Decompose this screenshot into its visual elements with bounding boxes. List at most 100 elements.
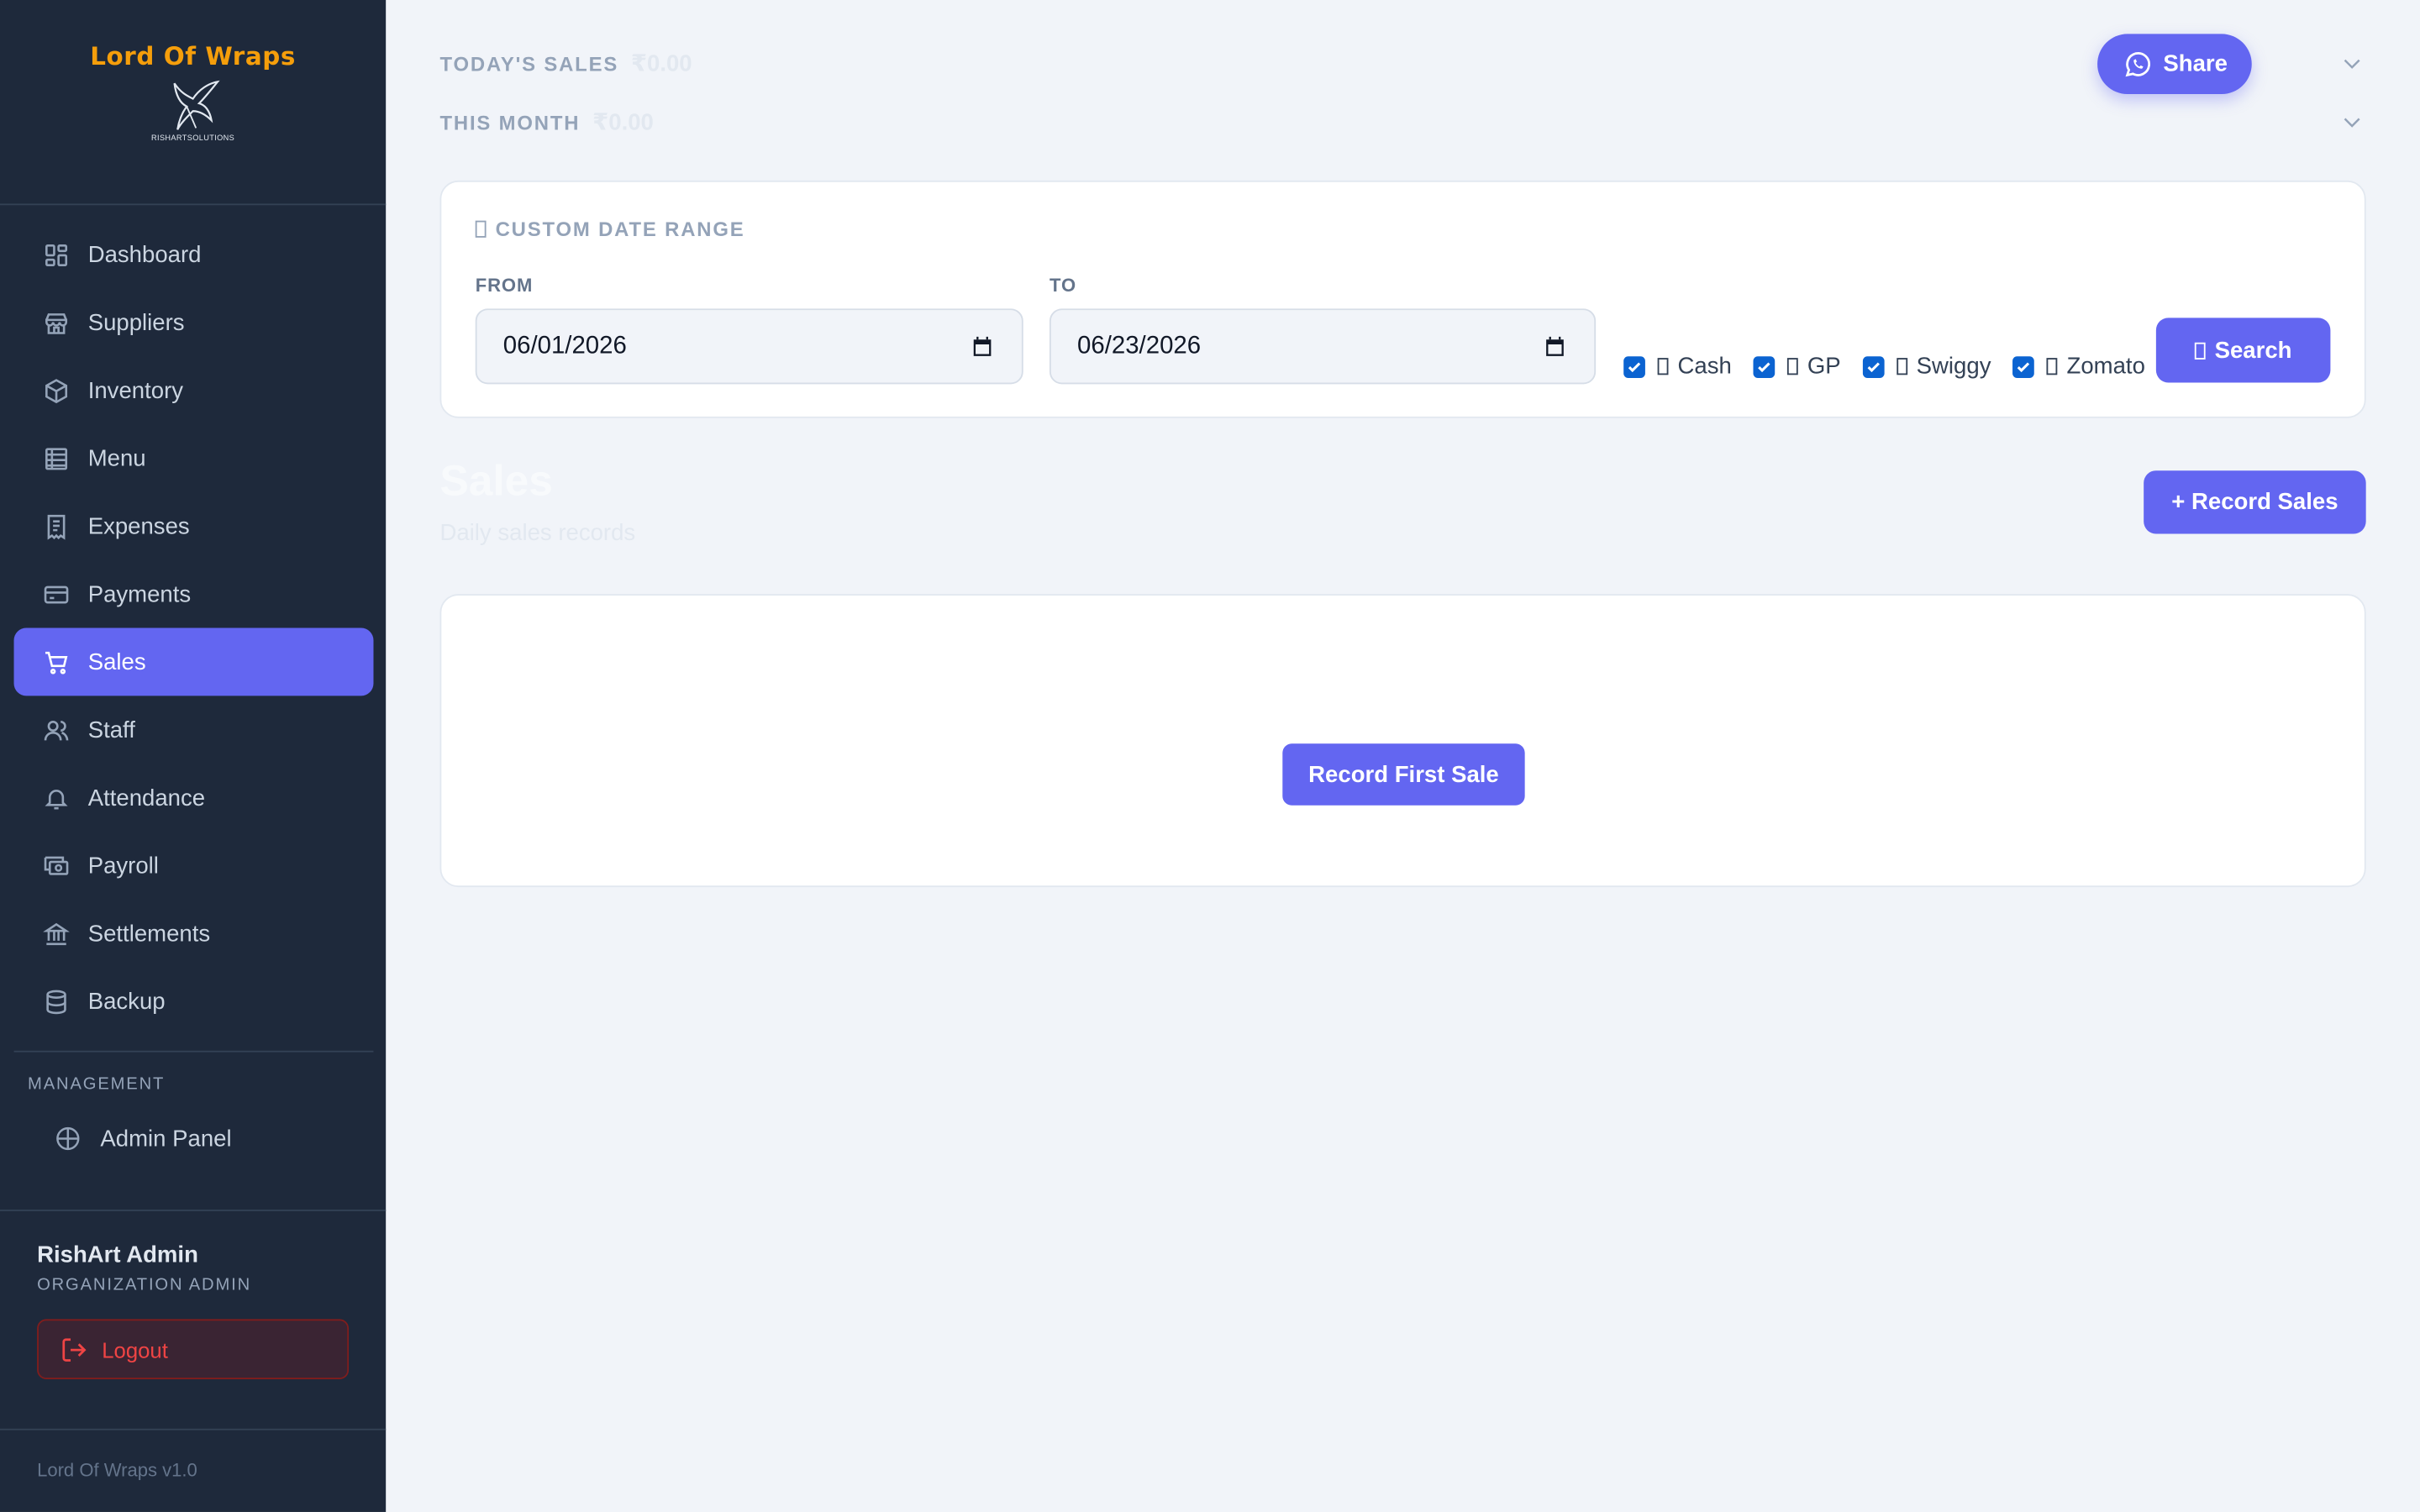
search-button[interactable]: Search: [2155, 318, 2331, 383]
brand-logo: RISHARTSOLUTIONS: [146, 77, 239, 145]
bell-icon: [42, 784, 70, 811]
date-range-title-text: CUSTOM DATE RANGE: [495, 217, 745, 241]
chevron-down-icon: [2344, 59, 2360, 69]
to-date-value: 06/23/2026: [1077, 332, 1202, 360]
from-label: FROM: [475, 274, 534, 297]
whatsapp-icon: [2124, 51, 2150, 76]
calendar-glyph-icon: [475, 220, 487, 238]
logout-label: Logout: [102, 1336, 168, 1362]
payment-filters: Cash GP Swiggy Zomato: [1623, 354, 2166, 380]
payroll-icon: [42, 852, 70, 879]
to-date-input[interactable]: 06/23/2026: [1049, 308, 1597, 385]
app-version: Lord Of Wraps v1.0: [37, 1459, 197, 1482]
brand-header: Lord Of Wraps RISHARTSOLUTIONS: [0, 0, 387, 206]
search-label: Search: [2214, 337, 2292, 364]
brand-name: Lord Of Wraps: [90, 41, 296, 71]
filter-gp-checkbox[interactable]: GP: [1753, 353, 1841, 380]
logout-icon: [62, 1337, 87, 1361]
from-date-input[interactable]: 06/01/2026: [475, 308, 1023, 385]
filter-cash-checkbox[interactable]: Cash: [1623, 354, 1732, 380]
sidebar-item-label: Inventory: [87, 377, 184, 404]
filter-label: Swiggy: [1916, 353, 1991, 380]
user-name: RishArt Admin: [37, 1242, 198, 1268]
sidebar-item-dashboard[interactable]: Dashboard: [14, 221, 374, 289]
sidebar-item-staff[interactable]: Staff: [14, 696, 374, 764]
sidebar-item-backup[interactable]: Backup: [14, 968, 374, 1036]
sidebar-item-suppliers[interactable]: Suppliers: [14, 288, 374, 356]
this-month-toggle[interactable]: [2339, 109, 2364, 134]
zomato-glyph-icon: [2046, 358, 2058, 375]
page-subtitle: Daily sales records: [439, 519, 636, 547]
sidebar-item-label: Attendance: [87, 784, 206, 811]
cart-icon: [42, 648, 70, 675]
to-label: TO: [1049, 274, 1077, 297]
sidebar-item-label: Expenses: [87, 512, 190, 539]
sidebar-nav: Dashboard Suppliers Inventory Menu Expen…: [13, 221, 374, 1036]
filter-swiggy-checkbox[interactable]: Swiggy: [1862, 354, 1991, 380]
user-panel: RishArt Admin ORGANIZATION ADMIN Logout: [0, 1209, 387, 1431]
record-first-sale-button[interactable]: Record First Sale: [1282, 743, 1525, 806]
sidebar-item-label: Payroll: [87, 852, 159, 879]
sidebar-item-label: Staff: [87, 717, 135, 743]
swiggy-glyph-icon: [1896, 358, 1907, 375]
sidebar-item-label: Admin Panel: [100, 1125, 232, 1152]
sidebar-item-settlements[interactable]: Settlements: [14, 900, 374, 968]
this-month-value: ₹0.00: [592, 109, 654, 136]
users-icon: [42, 716, 70, 743]
calendar-icon[interactable]: [1544, 335, 1567, 359]
globe-icon: [54, 1125, 82, 1152]
record-sales-button[interactable]: + Record Sales: [2144, 470, 2366, 534]
checkbox-checked-icon[interactable]: [1623, 355, 1645, 378]
sidebar-item-admin-panel[interactable]: Admin Panel: [54, 1119, 232, 1159]
sidebar-item-attendance[interactable]: Attendance: [14, 764, 374, 832]
sidebar-item-label: Sales: [87, 648, 146, 675]
sidebar-item-label: Settlements: [87, 920, 211, 947]
todays-sales-label: TODAY'S SALES: [439, 51, 619, 76]
sidebar-item-label: Payments: [87, 580, 192, 607]
box-icon: [42, 376, 70, 404]
sidebar: Lord Of Wraps RISHARTSOLUTIONS Dashboard…: [0, 0, 387, 1512]
main-content: TODAY'S SALES ₹0.00 THIS MONTH ₹0.00 Sha…: [386, 0, 2420, 1512]
sidebar-item-menu[interactable]: Menu: [14, 424, 374, 492]
todays-sales-toggle[interactable]: [2339, 51, 2364, 76]
bird-logo-icon: [173, 80, 220, 130]
user-role: ORGANIZATION ADMIN: [37, 1275, 252, 1294]
sidebar-item-label: Dashboard: [87, 241, 202, 268]
menu-icon: [42, 444, 70, 472]
page-title: Sales: [439, 456, 553, 505]
management-section-label: MANAGEMENT: [28, 1075, 166, 1095]
sidebar-divider: [13, 1050, 374, 1053]
filter-label: Zomato: [2066, 353, 2145, 380]
filter-zomato-checkbox[interactable]: Zomato: [2012, 354, 2145, 380]
sidebar-item-payroll[interactable]: Payroll: [14, 832, 374, 900]
sidebar-item-label: Backup: [87, 988, 166, 1015]
logout-button[interactable]: Logout: [37, 1319, 350, 1380]
date-range-title: CUSTOM DATE RANGE: [475, 217, 745, 241]
this-month-stat: THIS MONTH ₹0.00: [439, 107, 653, 138]
chevron-down-icon: [2344, 118, 2360, 128]
search-glyph-icon: [2194, 341, 2206, 360]
calendar-icon[interactable]: [971, 335, 994, 359]
sidebar-item-label: Menu: [87, 444, 146, 472]
filter-label: Cash: [1677, 353, 1732, 380]
sidebar-item-expenses[interactable]: Expenses: [14, 492, 374, 560]
bank-icon: [42, 920, 70, 948]
custom-date-range-card: CUSTOM DATE RANGE FROM 06/01/2026 TO 06/…: [439, 180, 2366, 418]
receipt-icon: [42, 512, 70, 540]
checkbox-checked-icon[interactable]: [1753, 355, 1776, 378]
todays-sales-value: ₹0.00: [630, 50, 692, 77]
cash-glyph-icon: [1657, 358, 1669, 375]
from-date-value: 06/01/2026: [502, 332, 627, 360]
filter-label: GP: [1807, 353, 1841, 380]
sidebar-item-label: Suppliers: [87, 309, 185, 336]
card-icon: [42, 580, 70, 608]
store-icon: [42, 308, 70, 336]
checkbox-checked-icon[interactable]: [1862, 355, 1885, 378]
sidebar-item-sales[interactable]: Sales: [13, 627, 374, 696]
sidebar-item-payments[interactable]: Payments: [14, 560, 374, 628]
dashboard-icon: [42, 241, 70, 269]
share-button[interactable]: Share: [2097, 34, 2252, 95]
checkbox-checked-icon[interactable]: [2012, 355, 2034, 378]
todays-sales-stat: TODAY'S SALES ₹0.00: [439, 48, 692, 79]
sidebar-item-inventory[interactable]: Inventory: [14, 356, 374, 424]
